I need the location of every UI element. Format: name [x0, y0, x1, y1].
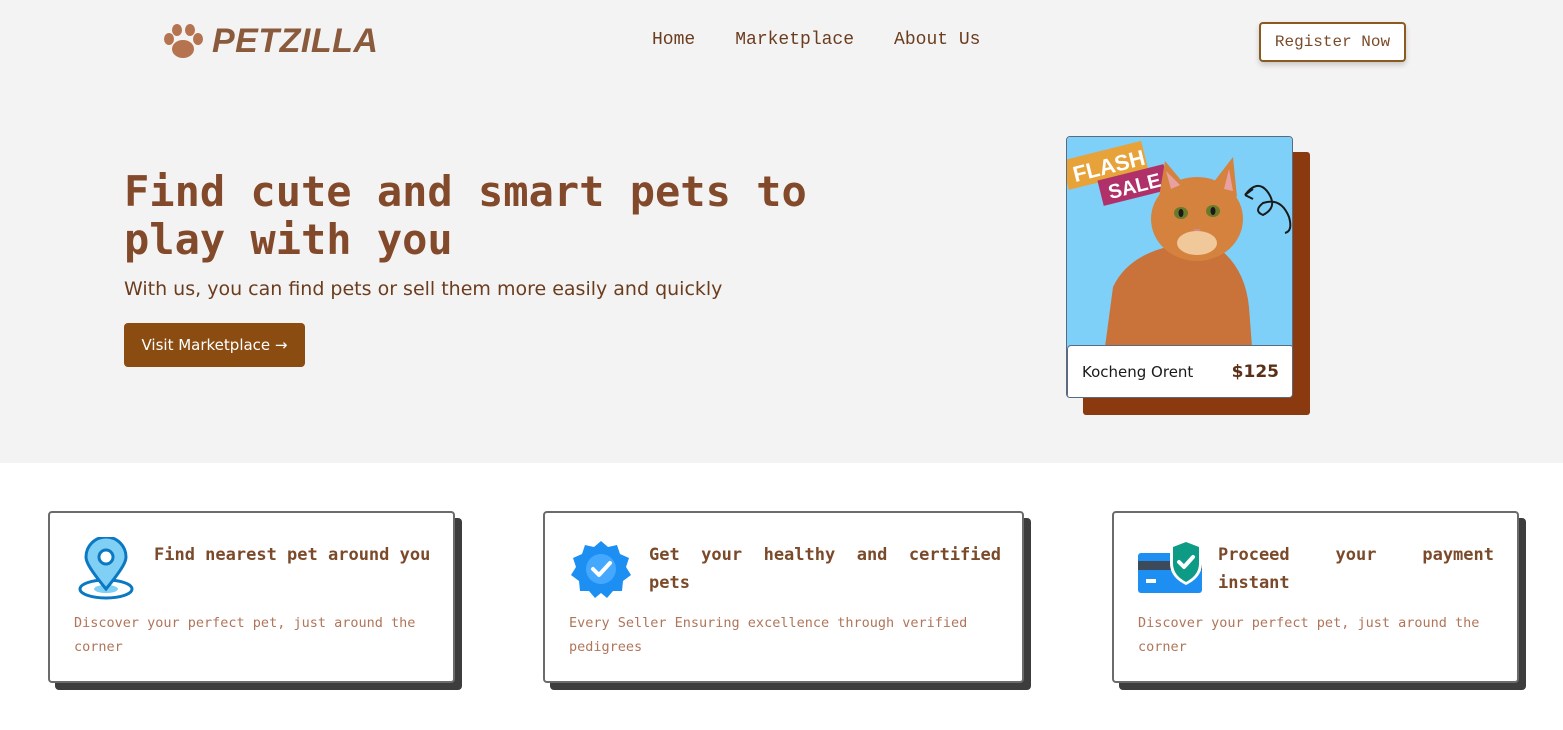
nav-home[interactable]: Home [652, 30, 695, 50]
brand-name: PETZILLA [212, 22, 379, 60]
feature-title: Get your healthy and certified pets [649, 545, 1001, 593]
visit-marketplace-button[interactable]: Visit Marketplace → [124, 323, 305, 367]
secure-payment-icon [1138, 539, 1202, 593]
product-price: $125 [1231, 362, 1279, 382]
product-card[interactable]: FLASH SALE Kocheng Orent $125 [1066, 136, 1293, 398]
product-image: FLASH SALE [1067, 137, 1292, 347]
feature-card-box: Proceed your payment instant Discover yo… [1112, 511, 1519, 683]
feature-card-certified: Get your healthy and certified pets Ever… [543, 511, 1031, 690]
logo[interactable]: PETZILLA [160, 22, 378, 61]
nav-about-us[interactable]: About Us [894, 30, 980, 50]
feature-title: Find nearest pet around you [154, 545, 431, 565]
hero-title: Find cute and smart pets to play with yo… [124, 167, 807, 264]
feature-title: Proceed your payment instant [1218, 545, 1494, 593]
feature-desc: Discover your perfect pet, just around t… [74, 615, 416, 655]
register-button[interactable]: Register Now [1259, 22, 1406, 62]
hero-subtitle: With us, you can find pets or sell them … [124, 278, 723, 300]
paw-icon [164, 23, 203, 58]
feature-card-box: Find nearest pet around you Discover you… [48, 511, 455, 683]
verified-badge-icon [571, 541, 631, 598]
flash-sale-badge: FLASH SALE [1067, 140, 1170, 206]
product-info: Kocheng Orent $125 [1067, 345, 1292, 397]
product-name: Kocheng Orent [1082, 363, 1194, 381]
nav-marketplace[interactable]: Marketplace [735, 30, 854, 50]
feature-desc: Every Seller Ensuring excellence through… [569, 615, 968, 655]
feature-card-payment: Proceed your payment instant Discover yo… [1112, 511, 1526, 690]
feature-card-box: Get your healthy and certified pets Ever… [543, 511, 1024, 683]
feature-card-nearest: Find nearest pet around you Discover you… [48, 511, 462, 690]
main-nav: Home Marketplace About Us [652, 30, 980, 50]
feature-desc: Discover your perfect pet, just around t… [1138, 615, 1480, 655]
location-pin-icon [78, 537, 134, 600]
cat-illustration: FLASH SALE [1067, 140, 1292, 347]
